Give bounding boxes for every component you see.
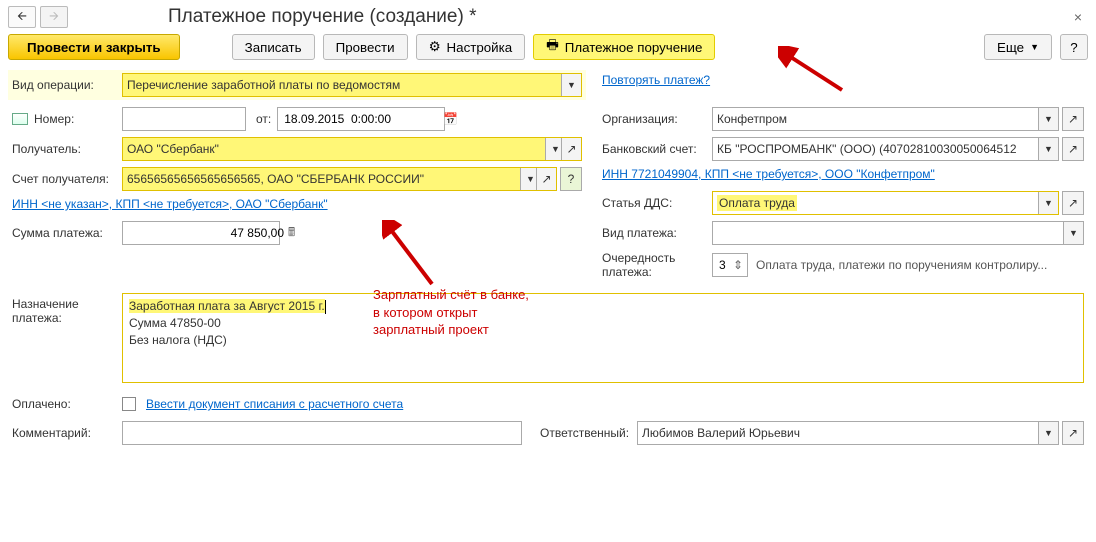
org-inn-link[interactable]: ИНН 7721049904, КПП <не требуется>, ООО … [602, 167, 935, 181]
purpose-line3: Без налога (НДС) [129, 332, 1077, 349]
writeoff-link[interactable]: Ввести документ списания с расчетного сч… [146, 397, 403, 411]
dropdown-icon[interactable]: ▼ [1038, 108, 1058, 130]
number-input[interactable] [127, 109, 286, 129]
purpose-label: Назначение платежа: [12, 293, 122, 325]
date-field[interactable]: 📅 [277, 107, 445, 131]
settings-button[interactable]: ⚙ Настройка [416, 34, 526, 60]
dds-select[interactable]: Оплата труда ▼ [712, 191, 1059, 215]
number-field[interactable] [122, 107, 246, 131]
recipient-label: Получатель: [12, 142, 122, 156]
bank-acc-select[interactable]: КБ "РОСПРОМБАНК" (ООО) (4070281003005006… [712, 137, 1059, 161]
help-button[interactable]: ? [1060, 34, 1088, 60]
op-type-select[interactable]: Перечисление заработной платы по ведомос… [122, 73, 582, 97]
responsible-select[interactable]: Любимов Валерий Юрьевич ▼ [637, 421, 1059, 445]
nav-back-button[interactable]: 🡨 [8, 6, 36, 28]
comment-label: Комментарий: [12, 426, 122, 440]
open-bank-acc-button[interactable]: ↗ [1062, 137, 1084, 161]
dds-value: Оплата труда [717, 195, 797, 211]
amount-label: Сумма платежа: [12, 226, 122, 240]
responsible-value: Любимов Валерий Юрьевич [642, 426, 1038, 440]
comment-field[interactable] [122, 421, 522, 445]
dropdown-icon[interactable]: ▼ [1038, 422, 1058, 444]
chevron-down-icon: ▼ [1030, 42, 1039, 52]
close-icon[interactable]: × [1068, 7, 1088, 27]
nav-forward-button: 🡪 [40, 6, 68, 28]
open-responsible-button[interactable]: ↗ [1062, 421, 1084, 445]
comment-input[interactable] [127, 423, 517, 443]
number-label: Номер: [34, 112, 122, 126]
org-value: Конфетпром [717, 112, 1038, 126]
open-icon[interactable]: ↗ [561, 138, 581, 160]
gear-icon: ⚙ [429, 39, 441, 55]
printer-icon: 🖶 [546, 36, 559, 58]
recipient-acc-label: Счет получателя: [12, 172, 122, 186]
amount-input[interactable] [127, 223, 286, 243]
purpose-line2: Сумма 47850-00 [129, 315, 1077, 332]
save-button[interactable]: Записать [232, 34, 315, 60]
recipient-acc-select[interactable]: 65656565656565656565, ОАО "СБЕРБАНК РОСС… [122, 167, 557, 191]
responsible-label: Ответственный: [540, 426, 629, 440]
form-icon [12, 113, 28, 125]
repeat-payment-link[interactable]: Повторять платеж? [602, 73, 710, 87]
dropdown-icon[interactable]: ▼ [1063, 222, 1083, 244]
acc-help-button[interactable]: ? [560, 167, 582, 191]
priority-label: Очередность платежа: [602, 251, 712, 279]
paid-label: Оплачено: [12, 397, 122, 411]
open-dds-button[interactable]: ↗ [1062, 191, 1084, 215]
page-title: Платежное поручение (создание) * [168, 6, 477, 28]
priority-desc: Оплата труда, платежи по поручениям конт… [756, 258, 1047, 272]
print-payment-order-button[interactable]: 🖶 Платежное поручение [533, 34, 715, 60]
post-button[interactable]: Провести [323, 34, 408, 60]
open-icon[interactable]: ↗ [536, 168, 556, 190]
pay-type-label: Вид платежа: [602, 226, 712, 240]
amount-field[interactable]: 🖩 [122, 221, 280, 245]
pay-type-select[interactable]: ▼ [712, 221, 1084, 245]
more-button[interactable]: Еще ▼ [984, 34, 1052, 60]
date-input[interactable] [282, 109, 441, 129]
recipient-select[interactable]: ОАО "Сбербанк" ▼ ↗ [122, 137, 582, 161]
calendar-icon[interactable]: 📅 [441, 112, 460, 126]
op-type-label: Вид операции: [12, 78, 122, 92]
priority-field[interactable]: ⇕ [712, 253, 748, 277]
dropdown-icon[interactable]: ▼ [561, 74, 581, 96]
op-type-value: Перечисление заработной платы по ведомос… [127, 78, 561, 92]
dropdown-icon[interactable]: ▼ [1038, 138, 1058, 160]
print-label: Платежное поручение [565, 40, 703, 55]
org-label: Организация: [602, 112, 712, 126]
open-org-button[interactable]: ↗ [1062, 107, 1084, 131]
bank-acc-label: Банковский счет: [602, 142, 712, 156]
post-and-close-button[interactable]: Провести и закрыть [8, 34, 180, 60]
recipient-inn-link[interactable]: ИНН <не указан>, КПП <не требуется>, ОАО… [12, 197, 328, 211]
dds-label: Статья ДДС: [602, 196, 712, 210]
priority-input[interactable] [717, 255, 731, 275]
calculator-icon[interactable]: 🖩 [286, 223, 297, 244]
bank-acc-value: КБ "РОСПРОМБАНК" (ООО) (4070281003005006… [717, 142, 1038, 156]
purpose-line1: Заработная плата за Август 2015 г. [129, 299, 325, 313]
recipient-acc-value: 65656565656565656565, ОАО "СБЕРБАНК РОСС… [127, 172, 520, 186]
purpose-textarea[interactable]: Заработная плата за Август 2015 г. Сумма… [122, 293, 1084, 383]
paid-checkbox[interactable] [122, 397, 136, 411]
settings-label: Настройка [447, 40, 513, 55]
spinner-icon[interactable]: ⇕ [731, 258, 745, 272]
more-label: Еще [997, 40, 1024, 55]
recipient-value: ОАО "Сбербанк" [127, 142, 545, 156]
dropdown-icon[interactable]: ▼ [1038, 192, 1058, 214]
org-select[interactable]: Конфетпром ▼ [712, 107, 1059, 131]
